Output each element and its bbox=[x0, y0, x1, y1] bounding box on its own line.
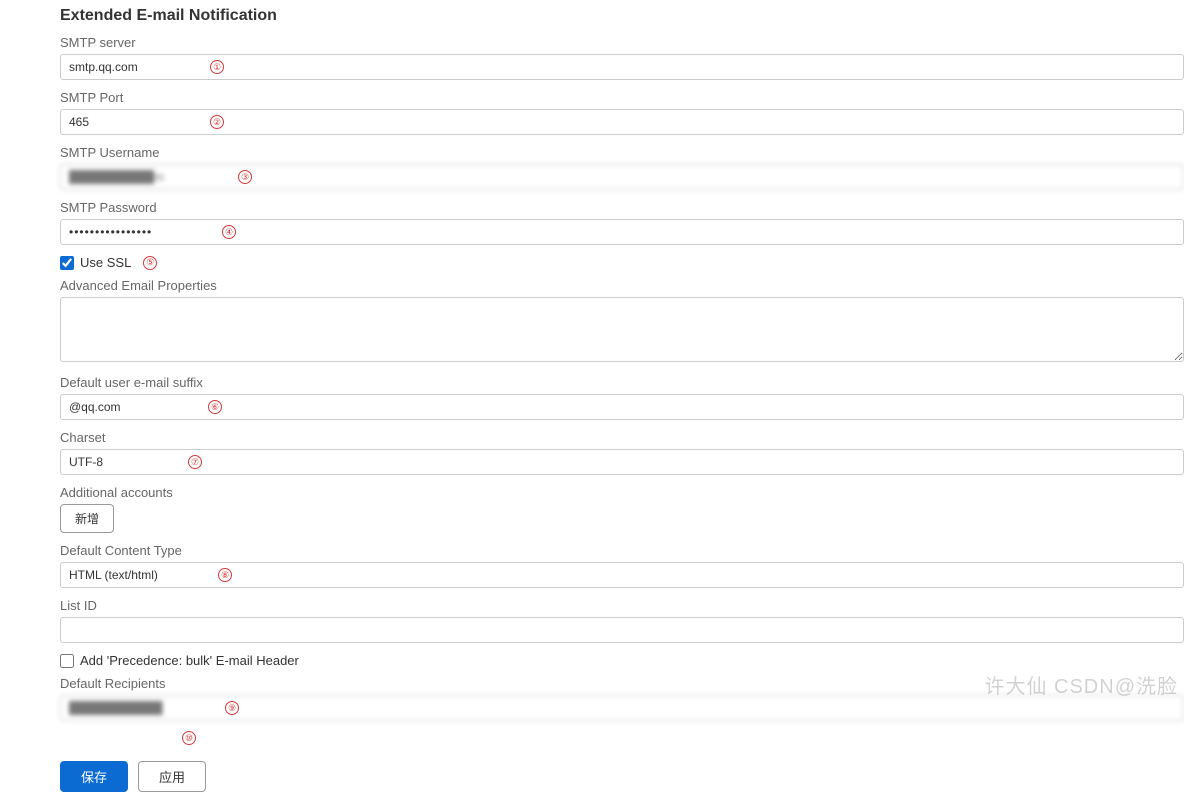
label-default-recipients: Default Recipients bbox=[60, 676, 1184, 691]
list-id-input[interactable] bbox=[60, 617, 1184, 643]
email-suffix-input[interactable] bbox=[60, 394, 1184, 420]
save-button[interactable]: 保存 bbox=[60, 761, 128, 792]
label-smtp-port: SMTP Port bbox=[60, 90, 1184, 105]
badge-7-icon: ⑦ bbox=[188, 455, 202, 469]
field-smtp-server: SMTP server ① bbox=[60, 35, 1184, 80]
field-use-ssl: Use SSL ⑤ bbox=[60, 255, 1184, 270]
use-ssl-checkbox[interactable] bbox=[60, 256, 74, 270]
field-row-10: ⑩ bbox=[60, 731, 1184, 745]
badge-8-icon: ⑧ bbox=[218, 568, 232, 582]
label-charset: Charset bbox=[60, 430, 1184, 445]
label-smtp-password: SMTP Password bbox=[60, 200, 1184, 215]
label-additional-accounts: Additional accounts bbox=[60, 485, 1184, 500]
field-email-suffix: Default user e-mail suffix ⑥ bbox=[60, 375, 1184, 420]
smtp-server-input[interactable] bbox=[60, 54, 1184, 80]
field-content-type: Default Content Type ⑧ bbox=[60, 543, 1184, 588]
smtp-username-input[interactable] bbox=[60, 164, 1184, 190]
field-advanced-props: Advanced Email Properties bbox=[60, 278, 1184, 365]
label-smtp-server: SMTP server bbox=[60, 35, 1184, 50]
field-smtp-username: SMTP Username ③ bbox=[60, 145, 1184, 190]
advanced-props-textarea[interactable] bbox=[60, 297, 1184, 362]
field-precedence: Add 'Precedence: bulk' E-mail Header bbox=[60, 653, 1184, 668]
add-account-button[interactable]: 新增 bbox=[60, 504, 114, 533]
field-smtp-port: SMTP Port ② bbox=[60, 90, 1184, 135]
badge-5-icon: ⑤ bbox=[143, 256, 157, 270]
label-content-type: Default Content Type bbox=[60, 543, 1184, 558]
badge-10-icon: ⑩ bbox=[182, 731, 196, 745]
label-advanced-props: Advanced Email Properties bbox=[60, 278, 1184, 293]
badge-3-icon: ③ bbox=[238, 170, 252, 184]
field-list-id: List ID bbox=[60, 598, 1184, 643]
footer-buttons: 保存 应用 bbox=[60, 761, 1184, 802]
badge-4-icon: ④ bbox=[222, 225, 236, 239]
badge-2-icon: ② bbox=[210, 115, 224, 129]
field-charset: Charset ⑦ bbox=[60, 430, 1184, 475]
label-precedence: Add 'Precedence: bulk' E-mail Header bbox=[80, 653, 299, 668]
field-additional-accounts: Additional accounts 新增 bbox=[60, 485, 1184, 533]
charset-input[interactable] bbox=[60, 449, 1184, 475]
badge-9-icon: ⑨ bbox=[225, 701, 239, 715]
label-use-ssl: Use SSL bbox=[80, 255, 131, 270]
smtp-port-input[interactable] bbox=[60, 109, 1184, 135]
badge-6-icon: ⑥ bbox=[208, 400, 222, 414]
label-email-suffix: Default user e-mail suffix bbox=[60, 375, 1184, 390]
badge-1-icon: ① bbox=[210, 60, 224, 74]
field-default-recipients: Default Recipients ⑨ bbox=[60, 676, 1184, 721]
precedence-checkbox[interactable] bbox=[60, 654, 74, 668]
label-smtp-username: SMTP Username bbox=[60, 145, 1184, 160]
label-list-id: List ID bbox=[60, 598, 1184, 613]
apply-button[interactable]: 应用 bbox=[138, 761, 206, 792]
section-title: Extended E-mail Notification bbox=[60, 5, 1184, 25]
field-smtp-password: SMTP Password ④ bbox=[60, 200, 1184, 245]
